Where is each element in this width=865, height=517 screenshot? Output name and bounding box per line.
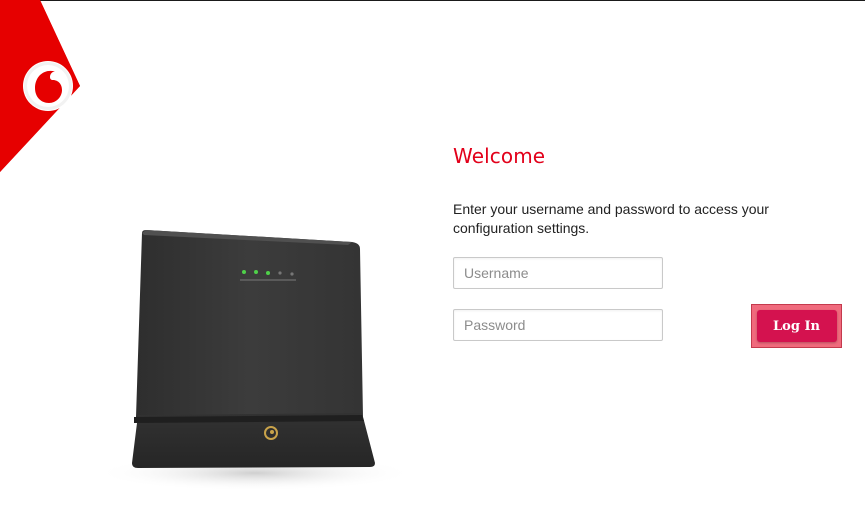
welcome-title: Welcome xyxy=(453,144,546,168)
username-input[interactable] xyxy=(453,257,663,289)
router-illustration xyxy=(90,225,420,495)
login-button-highlight: Log In xyxy=(751,304,842,348)
brand-corner xyxy=(0,0,120,180)
router-device-icon xyxy=(95,230,415,491)
login-button[interactable]: Log In xyxy=(756,310,837,342)
login-instructions: Enter your username and password to acce… xyxy=(453,201,769,236)
brand-logo-icon xyxy=(0,0,80,172)
top-rule xyxy=(0,0,865,1)
password-input[interactable] xyxy=(453,309,663,341)
